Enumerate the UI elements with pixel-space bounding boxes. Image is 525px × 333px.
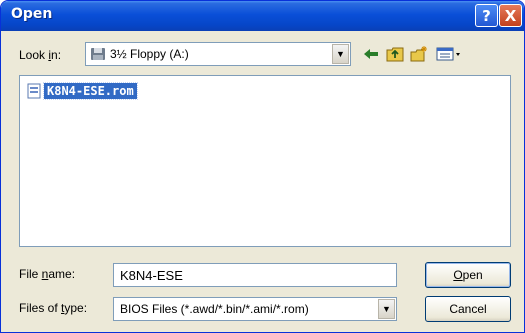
view-menu-icon (436, 47, 460, 61)
list-item[interactable]: K8N4-ESE.rom (26, 82, 138, 100)
back-button[interactable] (361, 45, 381, 63)
file-type-dropdown-button[interactable]: ▼ (378, 299, 395, 319)
help-button[interactable]: ? (475, 4, 498, 27)
up-folder-icon (386, 47, 404, 62)
file-type-combo[interactable]: BIOS Files (*.awd/*.bin/*.ami/*.rom) ▼ (113, 297, 397, 321)
back-arrow-icon (364, 49, 378, 59)
file-name-label: File name: (19, 267, 76, 281)
file-type-value: BIOS Files (*.awd/*.bin/*.ami/*.rom) (120, 302, 309, 316)
cancel-button[interactable]: Cancel (425, 296, 511, 322)
open-dialog: Open ? X Look in: 3½ Floppy (A:) ▼ K8N4-… (0, 0, 525, 333)
close-icon: X (504, 6, 517, 25)
file-icon (27, 83, 41, 99)
look-in-combo[interactable]: 3½ Floppy (A:) ▼ (85, 42, 351, 66)
file-list[interactable]: K8N4-ESE.rom (19, 75, 511, 247)
close-button[interactable]: X (499, 4, 522, 27)
help-icon: ? (482, 6, 491, 25)
new-folder-icon (410, 46, 427, 62)
window-title: Open (11, 6, 53, 22)
new-folder-button[interactable] (409, 45, 429, 63)
file-name-input[interactable]: K8N4-ESE (113, 263, 397, 287)
look-in-label: Look in: (19, 48, 62, 62)
look-in-dropdown-button[interactable]: ▼ (332, 44, 349, 64)
up-folder-button[interactable] (385, 45, 405, 63)
open-button[interactable]: Open (425, 262, 511, 288)
look-in-value: 3½ Floppy (A:) (110, 47, 189, 61)
floppy-drive-icon (91, 48, 105, 60)
chevron-down-icon: ▼ (336, 49, 345, 59)
file-name: K8N4-ESE.rom (43, 82, 138, 100)
view-menu-button[interactable] (435, 45, 463, 63)
file-type-label: Files of type: (19, 301, 88, 315)
chevron-down-icon: ▼ (382, 304, 391, 314)
title-bar[interactable]: Open ? X (1, 1, 524, 31)
